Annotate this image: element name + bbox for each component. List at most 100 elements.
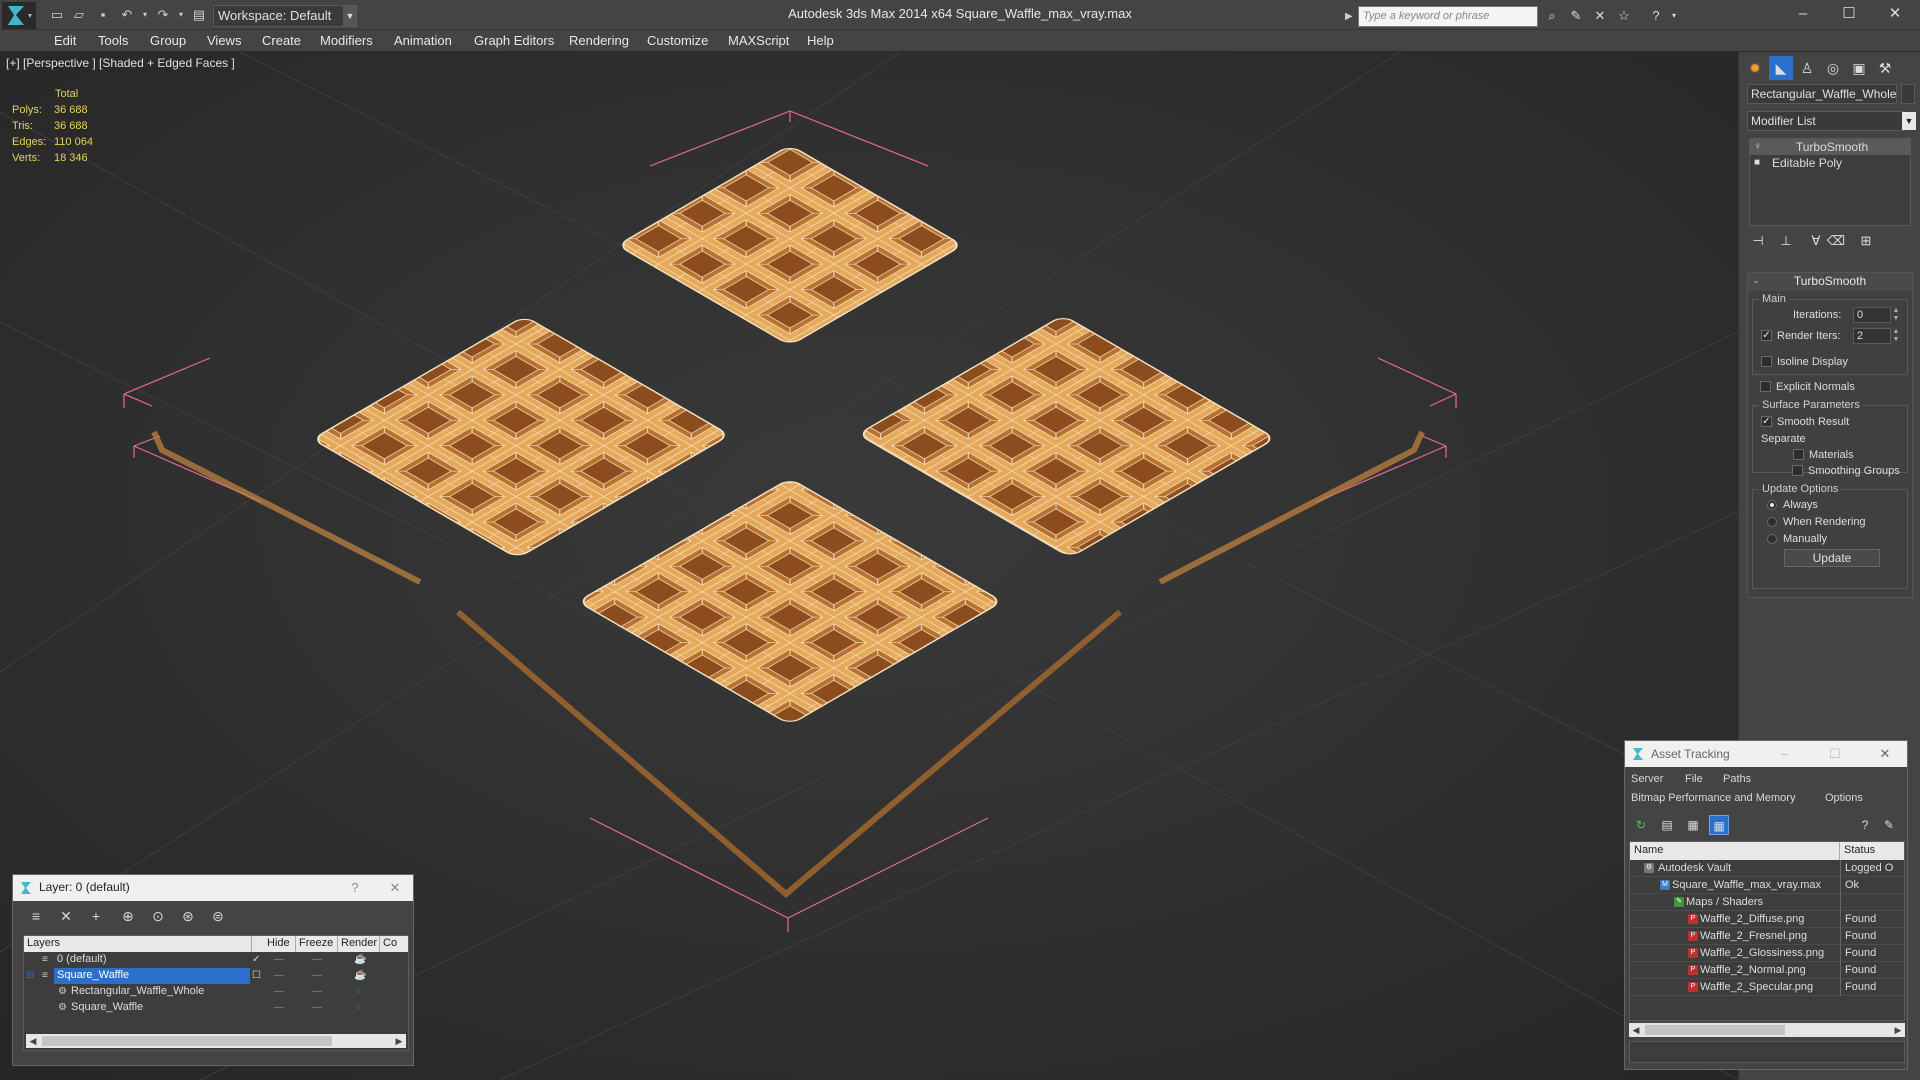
scrollbar-thumb[interactable] — [42, 1036, 332, 1046]
asset-name[interactable]: Waffle_2_Normal.png — [1700, 962, 1806, 978]
utilities-tab-icon[interactable]: ⚒ — [1873, 56, 1897, 80]
delete-layer-icon[interactable]: ✕ — [55, 905, 77, 927]
menu-bitmap-performance[interactable]: Bitmap Performance and Memory — [1631, 792, 1795, 804]
rollout-header[interactable]: - TurboSmooth — [1748, 273, 1912, 291]
workspace-dropdown[interactable]: Workspace: Default — [213, 5, 357, 27]
object-name[interactable]: Square_Waffle — [68, 1000, 149, 1016]
settings-icon[interactable]: ✎ — [1879, 815, 1899, 835]
isoline-display-checkbox[interactable] — [1761, 356, 1772, 367]
remove-modifier-icon[interactable]: ⌫ — [1825, 230, 1847, 252]
asset-name[interactable]: Waffle_2_Glossiness.png — [1700, 945, 1824, 961]
spinner-arrows-icon[interactable]: ▲ ▼ — [1891, 307, 1901, 323]
menu-graph-editors[interactable]: Graph Editors — [474, 30, 554, 52]
motion-tab-icon[interactable]: ◎ — [1821, 56, 1845, 80]
materials-checkbox[interactable] — [1793, 449, 1804, 460]
select-objects-icon[interactable]: ⊙ — [147, 905, 169, 927]
display-tab-icon[interactable]: ▣ — [1847, 56, 1871, 80]
spinner-arrows-icon[interactable]: ▲ ▼ — [1891, 328, 1901, 344]
app-logo-icon[interactable] — [2, 2, 36, 29]
help-icon[interactable]: ? — [1855, 815, 1875, 835]
highlight-layer-icon[interactable]: ⊛ — [177, 905, 199, 927]
favorites-star-icon[interactable]: ☆ — [1614, 6, 1634, 26]
create-layer-icon[interactable]: + — [85, 905, 107, 927]
minimize-button[interactable]: – — [1780, 0, 1826, 28]
menu-modifiers[interactable]: Modifiers — [320, 30, 373, 52]
configure-modifier-sets-icon[interactable]: ⊞ — [1855, 230, 1877, 252]
stack-item-turbosmooth[interactable]: ♀ TurboSmooth — [1750, 139, 1910, 155]
scrollbar-thumb[interactable] — [1645, 1025, 1785, 1035]
freeze-toggle[interactable]: — — [312, 952, 322, 967]
refresh-icon[interactable]: ↻ — [1631, 815, 1651, 835]
maximize-icon[interactable]: ☐ — [1825, 744, 1845, 764]
col-freeze[interactable]: Freeze — [296, 936, 338, 952]
render-iters-checkbox[interactable]: ✓ — [1761, 330, 1772, 341]
menu-create[interactable]: Create — [262, 30, 301, 52]
when-rendering-radio[interactable] — [1767, 517, 1777, 527]
help-icon[interactable]: ? — [1646, 6, 1666, 26]
minimize-icon[interactable]: – — [1775, 744, 1795, 764]
subscription-icon[interactable]: ✎ — [1566, 6, 1586, 26]
hierarchy-tab-icon[interactable]: ♙ — [1795, 56, 1819, 80]
col-status[interactable]: Status — [1840, 842, 1904, 860]
search-input[interactable]: Type a keyword or phrase — [1358, 6, 1538, 27]
thumbnail-view-icon[interactable]: ▦ — [1683, 815, 1703, 835]
col-render[interactable]: Render — [338, 936, 380, 952]
hide-toggle[interactable]: — — [274, 952, 284, 967]
render-dots-icon[interactable]: ⁘ — [354, 1000, 362, 1015]
lightbulb-icon[interactable]: ♀ — [1754, 139, 1766, 155]
close-icon[interactable]: ✕ — [1875, 744, 1895, 764]
render-iters-input[interactable]: 2 — [1853, 328, 1891, 344]
object-color-swatch[interactable] — [1901, 84, 1915, 104]
undo-dropdown-icon[interactable]: ▾ — [136, 6, 154, 24]
menu-group[interactable]: Group — [150, 30, 186, 52]
new-file-icon[interactable]: ▭ — [48, 6, 66, 24]
close-button[interactable]: ✕ — [1872, 0, 1918, 28]
redo-dropdown-icon[interactable]: ▾ — [172, 6, 190, 24]
table-row[interactable]: ≡ 0 (default) ✓ — — ☕ — [24, 952, 408, 968]
always-radio[interactable] — [1767, 500, 1777, 510]
freeze-toggle[interactable]: — — [312, 984, 322, 999]
menu-paths[interactable]: Paths — [1723, 773, 1751, 785]
table-row[interactable]: ⚙ Square_Waffle — — ⁘ — [24, 1000, 408, 1016]
table-row[interactable]: ⚙ Rectangular_Waffle_Whole — — ⁘ — [24, 984, 408, 1000]
menu-file[interactable]: File — [1685, 773, 1703, 785]
modifier-list-dropdown[interactable]: Modifier List ▼ — [1747, 111, 1916, 131]
close-icon[interactable]: ✕ — [385, 878, 405, 898]
dialog-title-bar[interactable]: Asset Tracking – ☐ ✕ — [1625, 741, 1907, 767]
update-button[interactable]: Update — [1784, 549, 1880, 567]
menu-views[interactable]: Views — [207, 30, 241, 52]
add-to-layer-icon[interactable]: ⊕ — [117, 905, 139, 927]
col-name[interactable]: Name — [1630, 842, 1840, 860]
pin-stack-icon[interactable]: ⊣ — [1747, 230, 1769, 252]
scroll-left-icon[interactable]: ◀ — [26, 1034, 40, 1048]
make-unique-icon[interactable]: ∀ — [1805, 230, 1827, 252]
modify-tab-icon[interactable]: ◣ — [1769, 56, 1793, 80]
chevron-down-icon[interactable]: ▼ — [1902, 112, 1916, 130]
show-end-result-icon[interactable]: ⊥ — [1775, 230, 1797, 252]
expand-icon[interactable]: ■ — [1754, 155, 1766, 171]
menu-rendering[interactable]: Rendering — [569, 30, 629, 52]
col-color[interactable]: Co — [380, 936, 408, 952]
hide-all-icon[interactable]: ⊜ — [207, 905, 229, 927]
save-icon[interactable]: ▪ — [94, 6, 112, 24]
chevron-down-icon[interactable]: ▼ — [343, 5, 357, 27]
help-dropdown-icon[interactable]: ▾ — [1664, 6, 1684, 26]
object-name[interactable]: Rectangular_Waffle_Whole — [68, 984, 210, 1000]
table-row[interactable]: ⚙ Autodesk Vault Logged O — [1630, 860, 1904, 877]
horizontal-scrollbar[interactable]: ◀ ▶ — [26, 1034, 406, 1048]
asset-name[interactable]: Autodesk Vault — [1658, 860, 1731, 876]
menu-tools[interactable]: Tools — [98, 30, 128, 52]
table-row[interactable]: P Waffle_2_Fresnel.png Found — [1630, 928, 1904, 945]
layer-properties-icon[interactable]: ≡ — [25, 905, 47, 927]
collapse-icon[interactable]: - — [1754, 273, 1758, 290]
layer-name[interactable]: Square_Waffle — [54, 968, 250, 984]
horizontal-scrollbar[interactable]: ◀ ▶ — [1629, 1023, 1905, 1037]
stack-item-editable-poly[interactable]: ■ Editable Poly — [1750, 155, 1910, 171]
render-teapot-icon[interactable]: ☕ — [354, 952, 366, 967]
hide-toggle[interactable]: — — [274, 968, 284, 983]
table-row[interactable]: P Waffle_2_Normal.png Found — [1630, 962, 1904, 979]
expand-icon[interactable]: ⊟ — [26, 968, 34, 983]
menu-animation[interactable]: Animation — [394, 30, 452, 52]
dialog-title-bar[interactable]: Layer: 0 (default) ? ✕ — [13, 875, 413, 901]
menu-maxscript[interactable]: MAXScript — [728, 30, 789, 52]
